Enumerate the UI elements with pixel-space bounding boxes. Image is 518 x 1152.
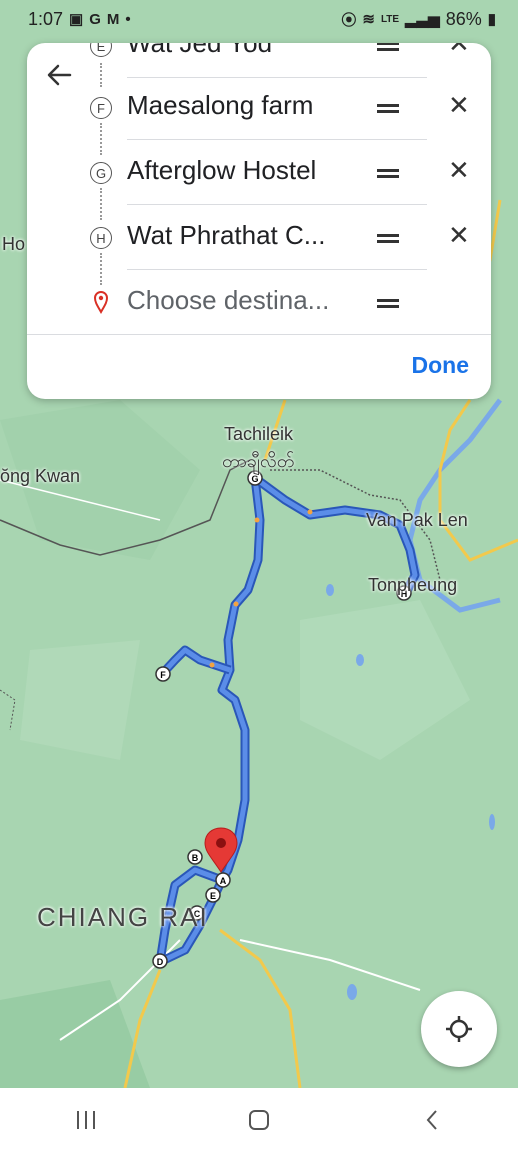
route-marker-e[interactable]: E [205, 887, 221, 903]
recent-apps-icon[interactable] [56, 1100, 116, 1140]
status-time: 1:07 [28, 8, 64, 29]
destination-pin-icon [93, 290, 109, 314]
stop-row-h[interactable]: H Wat Phrathat C... ✕ [27, 206, 491, 270]
stop-letter-f: F [90, 97, 112, 119]
divider [127, 269, 427, 270]
directions-card: E Wat Jed Yod ✕ F Maesalong farm ✕ G Aft… [27, 43, 491, 399]
stop-name-h[interactable]: Wat Phrathat C... [127, 220, 325, 251]
svg-text:A: A [220, 876, 227, 886]
wifi-icon: ≋ [362, 11, 375, 28]
route-marker-b[interactable]: B [187, 849, 203, 865]
divider [127, 139, 427, 140]
destination-row[interactable]: Choose destina... [27, 271, 491, 335]
svg-text:F: F [160, 670, 166, 680]
map-label-tachileik-local: တာချီလိတ် [222, 451, 295, 471]
map-label-chiang-rai: CHIANG RAI [37, 902, 209, 932]
done-button[interactable]: Done [412, 352, 470, 379]
signal-icon: ▂▃▅ [405, 11, 440, 28]
map-label-van-pak-len: Van Pak Len [366, 510, 468, 530]
system-nav-bar [0, 1088, 518, 1152]
map-label-tachileik: Tachileik [224, 424, 294, 444]
my-location-button[interactable] [421, 991, 497, 1067]
status-bar: 1:07 ▣ G M • ⦿ ≋ LTE ▂▃▅ 86% ▮ [0, 0, 518, 38]
remove-stop-icon[interactable]: ✕ [448, 220, 470, 251]
stop-name-g[interactable]: Afterglow Hostel [127, 155, 316, 186]
route-marker-f[interactable]: F [155, 666, 171, 682]
remove-stop-icon[interactable]: ✕ [448, 155, 470, 186]
crosshair-icon [446, 1016, 472, 1042]
svg-text:D: D [157, 957, 164, 967]
battery-percent: 86% [445, 8, 482, 29]
gallery-icon: ▣ [69, 11, 84, 28]
location-icon: ⦿ [341, 11, 357, 29]
gmail-icon: M [106, 10, 120, 28]
drag-handle-icon[interactable] [377, 43, 399, 51]
divider [27, 334, 491, 335]
google-icon: G [89, 10, 101, 28]
stop-row-g[interactable]: G Afterglow Hostel ✕ [27, 141, 491, 205]
stop-row-f[interactable]: F Maesalong farm ✕ [27, 76, 491, 140]
drag-handle-icon[interactable] [377, 299, 399, 308]
stop-letter-e: E [90, 43, 112, 57]
divider [127, 204, 427, 205]
more-notifications-icon: • [125, 10, 131, 28]
remove-stop-icon[interactable]: ✕ [448, 90, 470, 121]
lte-icon: LTE [380, 13, 400, 25]
map-label-ho: Ho [2, 234, 26, 254]
stop-letter-g: G [90, 162, 112, 184]
destination-input[interactable]: Choose destina... [127, 285, 329, 316]
svg-text:B: B [192, 853, 199, 863]
route-marker-a[interactable]: A [215, 872, 231, 888]
drag-handle-icon[interactable] [377, 169, 399, 178]
drag-handle-icon[interactable] [377, 104, 399, 113]
svg-text:E: E [210, 891, 216, 901]
map-label-ong-kwan: ŏng Kwan [0, 466, 81, 486]
drag-handle-icon[interactable] [377, 234, 399, 243]
back-icon[interactable] [402, 1100, 462, 1140]
stop-name-f[interactable]: Maesalong farm [127, 90, 313, 121]
stop-letter-h: H [90, 227, 112, 249]
remove-stop-icon[interactable]: ✕ [448, 43, 470, 59]
battery-icon: ▮ [487, 11, 496, 28]
stop-row-e[interactable]: E Wat Jed Yod ✕ [27, 43, 491, 78]
stop-name-e[interactable]: Wat Jed Yod [127, 43, 272, 59]
home-icon[interactable] [229, 1100, 289, 1140]
map-label-tonpheung: Tonpheung [368, 575, 458, 595]
route-marker-d[interactable]: D [152, 953, 168, 969]
